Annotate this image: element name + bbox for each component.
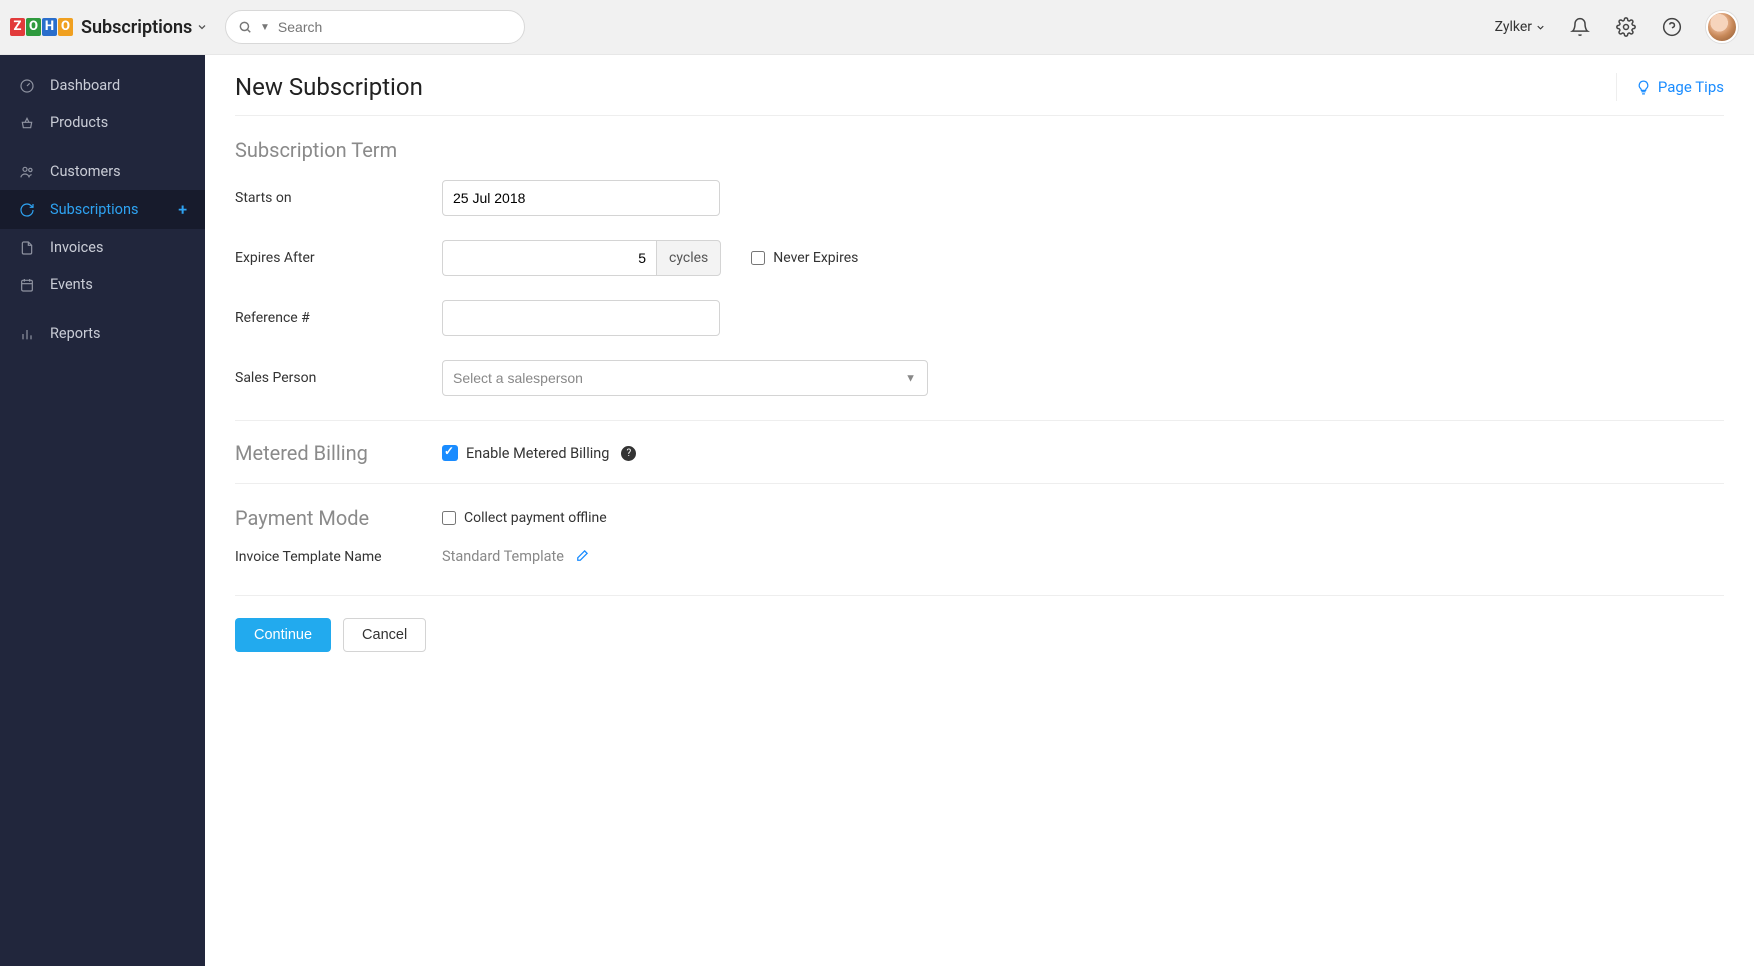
never-expires-label: Never Expires bbox=[773, 250, 858, 266]
row-payment-mode: Payment Mode Collect payment offline bbox=[235, 506, 1724, 530]
brand-letter-z: Z bbox=[10, 18, 25, 36]
brand-letter-o2: O bbox=[58, 18, 73, 36]
brand-title: Subscriptions bbox=[81, 17, 192, 38]
sidebar-item-label: Customers bbox=[50, 163, 121, 180]
continue-button[interactable]: Continue bbox=[235, 618, 331, 652]
chevron-down-icon bbox=[1535, 22, 1546, 33]
sales-person-select[interactable]: Select a salesperson bbox=[442, 360, 928, 396]
gear-icon[interactable] bbox=[1614, 15, 1638, 39]
section-metered-billing: Metered Billing bbox=[235, 441, 442, 465]
page-title: New Subscription bbox=[235, 73, 423, 101]
sidebar-item-subscriptions[interactable]: Subscriptions + bbox=[0, 190, 205, 229]
enable-metered-label: Enable Metered Billing bbox=[466, 445, 609, 462]
form-actions: Continue Cancel bbox=[235, 618, 1724, 652]
row-starts-on: Starts on bbox=[235, 180, 1724, 216]
section-subscription-term: Subscription Term bbox=[235, 138, 1724, 162]
row-expires-after: Expires After cycles Never Expires bbox=[235, 240, 1724, 276]
sidebar-item-label: Invoices bbox=[50, 239, 103, 256]
search-icon bbox=[238, 20, 252, 34]
add-subscription-button[interactable]: + bbox=[178, 200, 187, 219]
topbar-right: Zylker bbox=[1495, 11, 1738, 43]
invoice-template-value: Standard Template bbox=[442, 548, 564, 565]
page-tips-link[interactable]: Page Tips bbox=[1616, 73, 1724, 101]
section-payment-mode: Payment Mode bbox=[235, 506, 442, 530]
search-box[interactable]: ▼ bbox=[225, 10, 525, 44]
brand-logo: Z O H O bbox=[10, 18, 73, 36]
reference-input[interactable] bbox=[442, 300, 720, 336]
row-reference: Reference # bbox=[235, 300, 1724, 336]
expires-after-unit: cycles bbox=[656, 240, 721, 276]
enable-metered-checkbox[interactable] bbox=[442, 445, 458, 461]
sidebar: Dashboard Products Customers Subscriptio bbox=[0, 55, 205, 966]
divider bbox=[235, 483, 1724, 484]
enable-metered-option[interactable]: Enable Metered Billing ? bbox=[442, 445, 636, 462]
row-metered-billing: Metered Billing Enable Metered Billing ? bbox=[235, 441, 1724, 465]
page-header: New Subscription Page Tips bbox=[235, 73, 1724, 116]
label-sales-person: Sales Person bbox=[235, 370, 442, 386]
page-tips-label: Page Tips bbox=[1658, 78, 1724, 96]
help-icon[interactable]: ? bbox=[621, 446, 636, 461]
label-reference: Reference # bbox=[235, 310, 442, 326]
gauge-icon bbox=[18, 78, 36, 94]
sidebar-item-customers[interactable]: Customers bbox=[0, 153, 205, 190]
sidebar-item-label: Events bbox=[50, 276, 93, 293]
never-expires-option[interactable]: Never Expires bbox=[751, 250, 858, 266]
label-starts-on: Starts on bbox=[235, 190, 442, 206]
brand-letter-o: O bbox=[26, 18, 41, 36]
never-expires-checkbox[interactable] bbox=[751, 251, 765, 265]
brand-area[interactable]: Z O H O Subscriptions bbox=[0, 17, 205, 38]
calendar-icon bbox=[18, 277, 36, 293]
bell-icon[interactable] bbox=[1568, 15, 1592, 39]
search-input[interactable] bbox=[278, 19, 512, 35]
sidebar-item-label: Reports bbox=[50, 325, 101, 342]
sidebar-item-label: Subscriptions bbox=[50, 201, 138, 218]
sidebar-item-reports[interactable]: Reports bbox=[0, 315, 205, 352]
sidebar-item-events[interactable]: Events bbox=[0, 266, 205, 303]
row-invoice-template: Invoice Template Name Standard Template bbox=[235, 548, 1724, 565]
caret-down-icon[interactable]: ▼ bbox=[260, 22, 270, 33]
sidebar-item-products[interactable]: Products bbox=[0, 104, 205, 141]
row-sales-person: Sales Person Select a salesperson ▼ bbox=[235, 360, 1724, 396]
help-icon[interactable] bbox=[1660, 15, 1684, 39]
sidebar-item-label: Products bbox=[50, 114, 108, 131]
starts-on-input[interactable] bbox=[442, 180, 720, 216]
collect-offline-label: Collect payment offline bbox=[464, 510, 607, 526]
divider bbox=[235, 595, 1724, 596]
refresh-icon bbox=[18, 202, 36, 218]
brand-letter-h: H bbox=[42, 18, 57, 36]
file-icon bbox=[18, 240, 36, 256]
label-invoice-template: Invoice Template Name bbox=[235, 549, 442, 565]
lightbulb-icon bbox=[1635, 79, 1652, 96]
cancel-button[interactable]: Cancel bbox=[343, 618, 426, 652]
barchart-icon bbox=[18, 326, 36, 342]
label-expires-after: Expires After bbox=[235, 250, 442, 266]
chevron-down-icon[interactable] bbox=[196, 21, 208, 33]
sidebar-item-invoices[interactable]: Invoices bbox=[0, 229, 205, 266]
org-name: Zylker bbox=[1495, 19, 1532, 35]
sidebar-item-dashboard[interactable]: Dashboard bbox=[0, 67, 205, 104]
user-avatar[interactable] bbox=[1706, 11, 1738, 43]
edit-icon[interactable] bbox=[574, 549, 589, 564]
sidebar-item-label: Dashboard bbox=[50, 77, 120, 94]
topbar: Z O H O Subscriptions ▼ Zylker bbox=[0, 0, 1754, 55]
collect-offline-checkbox[interactable] bbox=[442, 511, 456, 525]
collect-offline-option[interactable]: Collect payment offline bbox=[442, 510, 607, 526]
expires-after-group: cycles bbox=[442, 240, 721, 276]
expires-after-input[interactable] bbox=[442, 240, 656, 276]
users-icon bbox=[18, 164, 36, 180]
divider bbox=[235, 420, 1724, 421]
basket-icon bbox=[18, 115, 36, 131]
content: New Subscription Page Tips Subscription … bbox=[205, 55, 1754, 966]
sales-person-select-wrap[interactable]: Select a salesperson ▼ bbox=[442, 360, 928, 396]
org-switcher[interactable]: Zylker bbox=[1495, 19, 1546, 35]
